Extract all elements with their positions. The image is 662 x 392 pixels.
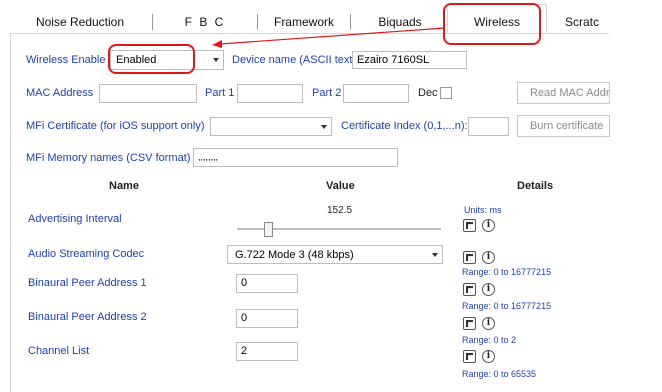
- arrow-head: [212, 40, 222, 48]
- arrow-line: [219, 27, 446, 45]
- annotation-arrow: [212, 27, 446, 48]
